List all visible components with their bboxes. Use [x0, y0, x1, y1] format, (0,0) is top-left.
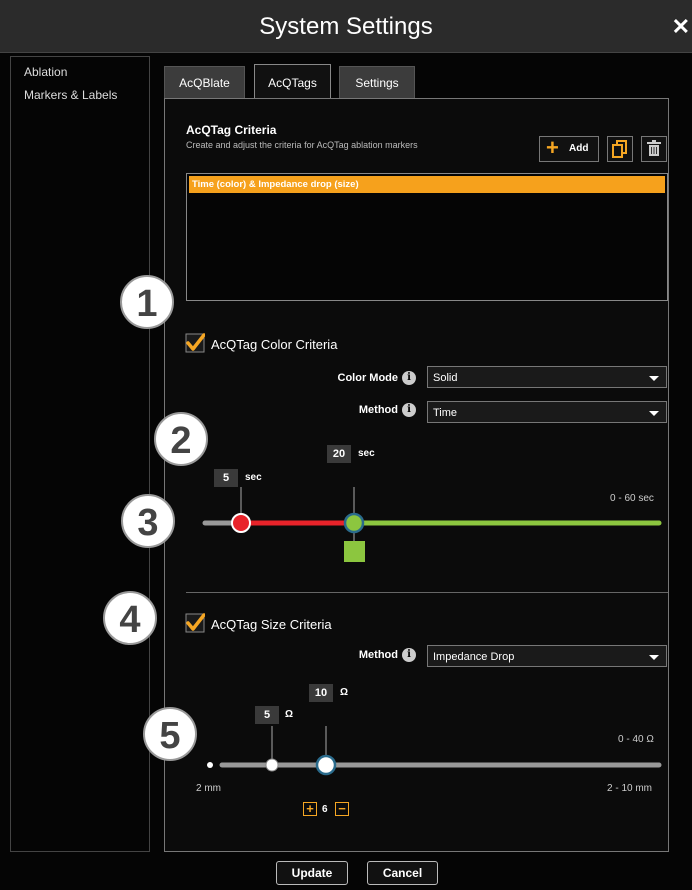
tab-settings[interactable]: Settings	[339, 66, 415, 98]
size-stepper-value: 6	[322, 804, 328, 815]
size-method-select[interactable]: Impedance Drop	[427, 645, 667, 667]
callout-badge-3: 3	[121, 494, 175, 548]
color-slider[interactable]	[195, 487, 665, 567]
callout-badge-2: 2	[154, 412, 208, 466]
color-criteria-label: AcQTag Color Criteria	[211, 337, 338, 352]
color-swatch	[344, 541, 365, 562]
color-mode-value: Solid	[433, 372, 458, 384]
high-impedance-handle	[315, 754, 337, 776]
window-title: System Settings	[259, 13, 433, 40]
delete-button[interactable]	[641, 136, 667, 162]
list-item[interactable]: Time (color) & Impedance drop (size)	[189, 176, 665, 193]
method-label: Method	[358, 404, 398, 416]
info-icon[interactable]: i	[402, 648, 416, 662]
high-impedance-value[interactable]: 10	[309, 684, 333, 702]
callout-badge-5: 5	[143, 707, 197, 761]
color-criteria-checkbox[interactable]	[185, 333, 205, 353]
size-criteria-checkbox[interactable]	[185, 613, 205, 633]
color-method-select[interactable]: Time	[427, 401, 667, 423]
acqtags-panel: AcQTag Criteria Create and adjust the cr…	[164, 98, 669, 852]
info-icon[interactable]: i	[402, 403, 416, 417]
size-decrease-button[interactable]: −	[335, 802, 349, 816]
callout-badge-4: 4	[103, 591, 157, 645]
tab-acqtags[interactable]: AcQTags	[254, 64, 331, 100]
color-method-value: Time	[433, 407, 458, 419]
close-icon[interactable]: ✕	[672, 14, 690, 40]
size-range-label: 2 - 10 mm	[607, 783, 653, 794]
high-time-value[interactable]: 20	[327, 445, 351, 463]
copy-icon	[612, 140, 627, 158]
section-divider	[186, 592, 668, 593]
criteria-subtitle: Create and adjust the criteria for AcQTa…	[186, 140, 418, 150]
size-increase-button[interactable]: +	[303, 802, 317, 816]
add-button[interactable]: + Add	[539, 136, 599, 162]
low-impedance-value[interactable]: 5	[255, 706, 279, 724]
chevron-down-icon	[649, 376, 659, 381]
low-impedance-unit: Ω	[285, 709, 294, 720]
low-time-value[interactable]: 5	[214, 469, 238, 487]
info-icon[interactable]: i	[402, 371, 416, 385]
low-time-unit: sec	[245, 472, 262, 483]
size-method-value: Impedance Drop	[433, 651, 515, 663]
tab-acqblate[interactable]: AcQBlate	[164, 66, 245, 98]
trash-icon	[647, 140, 661, 156]
size-criteria-label: AcQTag Size Criteria	[211, 617, 332, 632]
high-impedance-unit: Ω	[340, 687, 349, 698]
criteria-title: AcQTag Criteria	[186, 123, 277, 137]
color-mode-label: Color Mode	[337, 372, 399, 384]
min-size-label: 2 mm	[196, 783, 221, 794]
low-time-handle	[231, 513, 251, 533]
cancel-button[interactable]: Cancel	[367, 861, 438, 885]
sidebar: Ablation Markers & Labels	[10, 56, 150, 852]
title-bar: System Settings ✕	[0, 0, 692, 53]
sidebar-item-markers-labels[interactable]: Markers & Labels	[24, 88, 149, 102]
criteria-list[interactable]: Time (color) & Impedance drop (size)	[186, 173, 668, 301]
chevron-down-icon	[649, 411, 659, 416]
min-size-dot	[207, 762, 213, 768]
sidebar-item-ablation[interactable]: Ablation	[24, 65, 149, 79]
chevron-down-icon	[649, 655, 659, 660]
add-button-label: Add	[569, 143, 589, 154]
callout-badge-1: 1	[120, 275, 174, 329]
size-slider[interactable]	[195, 726, 665, 776]
low-impedance-handle	[265, 758, 279, 772]
size-method-label: Method	[358, 649, 398, 661]
color-mode-select[interactable]: Solid	[427, 366, 667, 388]
high-time-handle	[343, 512, 365, 534]
plus-icon: +	[546, 135, 559, 160]
update-button[interactable]: Update	[276, 861, 348, 885]
copy-button[interactable]	[607, 136, 633, 162]
settings-window: System Settings ✕ Ablation Markers & Lab…	[0, 0, 692, 890]
high-time-unit: sec	[358, 448, 375, 459]
